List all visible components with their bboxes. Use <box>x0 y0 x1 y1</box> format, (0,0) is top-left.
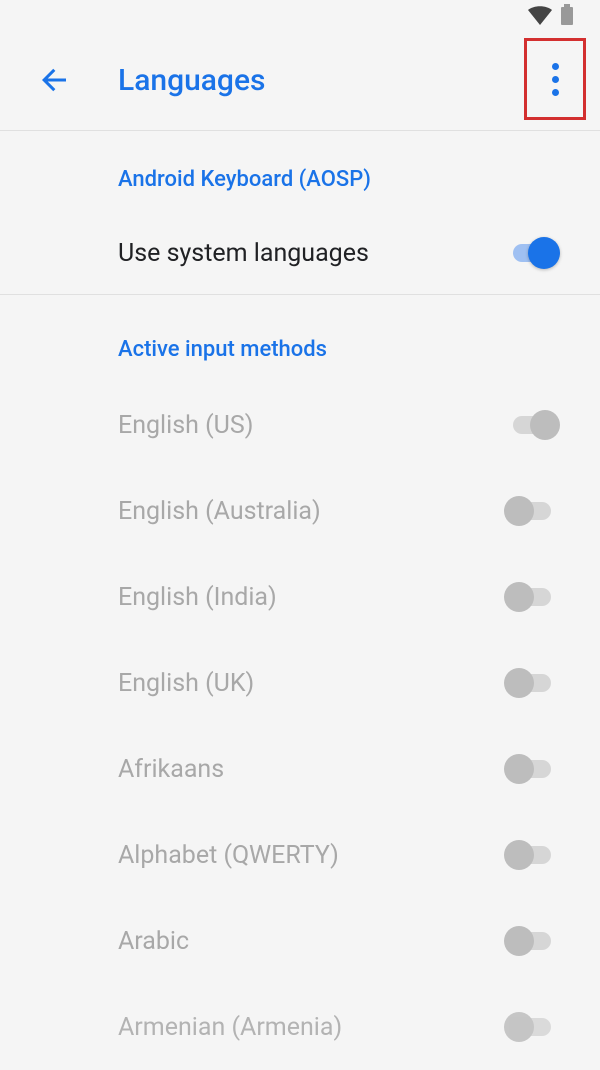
app-bar: Languages <box>0 30 600 130</box>
language-toggle <box>504 924 560 958</box>
language-toggle <box>504 408 560 442</box>
language-toggle <box>504 1010 560 1044</box>
active-input-methods-header: Active input methods <box>0 295 600 382</box>
back-button[interactable] <box>32 58 76 102</box>
language-row: Arabic <box>0 898 600 984</box>
overflow-highlight <box>524 38 586 120</box>
language-label: Arabic <box>118 927 189 956</box>
language-toggle <box>504 838 560 872</box>
language-row: English (Australia) <box>0 468 600 554</box>
language-label: English (UK) <box>118 669 254 698</box>
language-label: Alphabet (QWERTY) <box>118 841 339 870</box>
page-title: Languages <box>118 63 265 98</box>
language-row: English (India) <box>0 554 600 640</box>
language-label: English (US) <box>118 411 253 440</box>
language-label: Armenian (Armenia) <box>118 1013 342 1042</box>
keyboard-section-header: Android Keyboard (AOSP) <box>0 131 600 212</box>
use-system-languages-row[interactable]: Use system languages <box>0 212 600 294</box>
use-system-languages-toggle[interactable] <box>504 236 560 270</box>
language-toggle <box>504 494 560 528</box>
language-row: English (US) <box>0 382 600 468</box>
wifi-icon <box>528 5 552 25</box>
language-row: Alphabet (QWERTY) <box>0 812 600 898</box>
language-label: English (India) <box>118 583 277 612</box>
language-toggle <box>504 580 560 614</box>
language-toggle <box>504 752 560 786</box>
use-system-languages-label: Use system languages <box>118 239 369 268</box>
content: Android Keyboard (AOSP) Use system langu… <box>0 131 600 1070</box>
status-bar <box>0 0 600 30</box>
language-row: Armenian (Armenia) <box>0 984 600 1070</box>
language-label: Afrikaans <box>118 755 224 784</box>
language-label: English (Australia) <box>118 497 321 526</box>
language-row: English (UK) <box>0 640 600 726</box>
battery-icon <box>560 4 574 26</box>
language-toggle <box>504 666 560 700</box>
language-row: Afrikaans <box>0 726 600 812</box>
overflow-menu-button[interactable] <box>552 63 559 96</box>
